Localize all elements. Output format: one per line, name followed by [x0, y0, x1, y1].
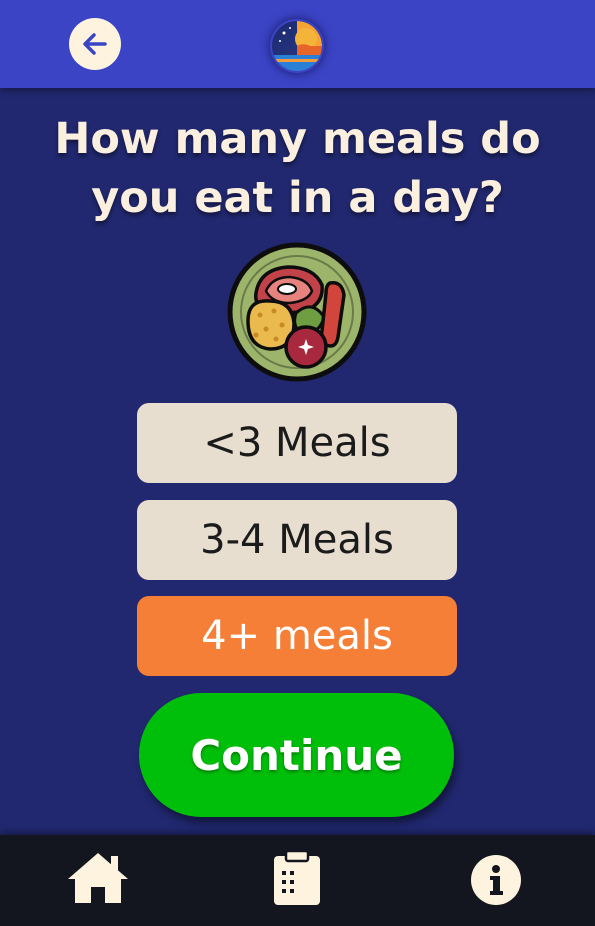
food-plate-icon	[227, 242, 367, 382]
nav-clipboard-button[interactable]	[272, 849, 322, 907]
nav-home-button[interactable]	[65, 850, 131, 906]
top-bar	[0, 0, 595, 88]
home-icon	[68, 853, 128, 903]
arrow-left-icon	[83, 33, 107, 55]
clipboard-icon	[274, 849, 320, 905]
bottom-nav-bar	[0, 835, 595, 926]
sun-moon-logo-icon	[272, 21, 322, 71]
option-4-plus-meals[interactable]: 4+ meals	[137, 596, 457, 676]
continue-button[interactable]: Continue	[139, 693, 454, 817]
question-title: How many meals do you eat in a day?	[0, 110, 595, 228]
question-line-1: How many meals do	[54, 114, 541, 164]
back-button[interactable]	[69, 18, 121, 70]
info-icon	[471, 855, 521, 905]
option-3-4-meals[interactable]: 3-4 Meals	[137, 500, 457, 580]
question-line-2: you eat in a day?	[91, 173, 504, 223]
option-less-than-3-meals[interactable]: <3 Meals	[137, 403, 457, 483]
nav-info-button[interactable]	[470, 854, 522, 906]
